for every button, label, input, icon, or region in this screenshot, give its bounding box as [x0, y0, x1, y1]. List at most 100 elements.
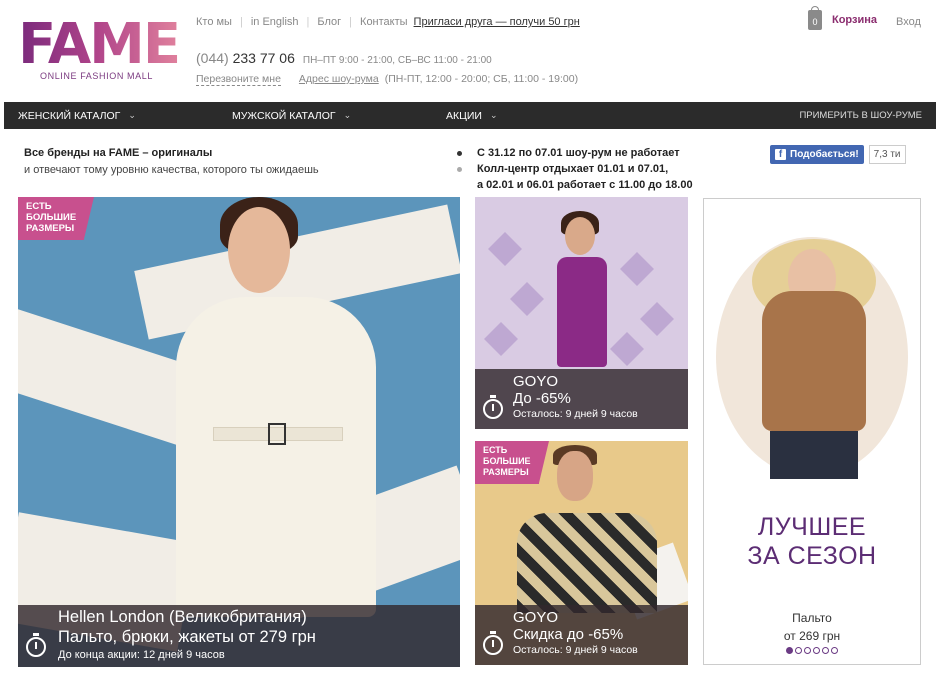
paper-flower-shape	[620, 252, 654, 286]
paper-flower-shape	[610, 332, 644, 366]
nav-link-contacts[interactable]: Контакты	[360, 16, 408, 28]
phone-code: (044)	[196, 50, 229, 66]
carousel-dot[interactable]	[831, 647, 838, 654]
stopwatch-icon	[26, 633, 46, 657]
menu-label: МУЖСКОЙ КАТАЛОГ	[232, 109, 336, 122]
paper-flower-shape	[640, 302, 674, 336]
best-of-season-promo[interactable]: ЛУЧШЕЕ ЗА СЕЗОН Пальто от 269 грн	[703, 198, 921, 665]
facebook-like-count: 7,3 ти	[868, 145, 906, 164]
banner-caption: Hellen London (Великобритания) Пальто, б…	[18, 605, 460, 667]
tag-line: БОЛЬШИЕ	[26, 212, 77, 223]
nav-divider: |	[306, 16, 310, 28]
banner-offer: Скидка до -65%	[513, 626, 624, 643]
tag-line: РАЗМЕРЫ	[26, 223, 75, 234]
login-link[interactable]: Вход	[896, 16, 921, 28]
tag-line: РАЗМЕРЫ	[483, 467, 529, 477]
chevron-down-icon: ⌄	[343, 110, 352, 120]
banner-hellen-london[interactable]: ЕСТЬ БОЛЬШИЕ РАЗМЕРЫ Hellen London (Вели…	[18, 197, 460, 667]
model-sweater	[517, 513, 657, 613]
nav-divider: |	[349, 16, 353, 28]
banner-goyo-dress[interactable]: GOYO До -65% Осталось: 9 дней 9 часов	[475, 197, 688, 429]
banner-caption: GOYO Скидка до -65% Осталось: 9 дней 9 ч…	[475, 605, 688, 665]
banner-brand: Hellen London (Великобритания)	[58, 608, 307, 626]
showroom-hours: (ПН-ПТ, 12:00 - 20:00; СБ, 11:00 - 19:00…	[384, 73, 579, 85]
paper-flower-shape	[510, 282, 544, 316]
promo-item-price: от 269 грн	[783, 629, 841, 643]
phone-row: (044) 233 77 06 ПН–ПТ 9:00 - 21:00, СБ–В…	[196, 50, 492, 66]
carousel-dot[interactable]	[786, 647, 793, 654]
promo-item-name: Пальто	[792, 611, 832, 625]
belt-buckle	[268, 423, 286, 445]
model-jeans	[770, 431, 858, 479]
menu-try-in-showroom[interactable]: ПРИМЕРИТЬ В ШОУ-РУМЕ	[799, 110, 922, 121]
banner-caption: GOYO До -65% Осталось: 9 дней 9 часов	[475, 369, 688, 429]
tag-line: БОЛЬШИЕ	[483, 456, 531, 466]
holiday-notice: С 31.12 по 07.01 шоу-рум не работает Кол…	[454, 145, 693, 193]
model-dress	[557, 257, 607, 367]
promo-title-line: ЛУЧШЕЕ	[757, 513, 867, 541]
plus-size-tag: ЕСТЬ БОЛЬШИЕ РАЗМЕРЫ	[18, 197, 95, 240]
facebook-like-widget: f Подобається! 7,3 ти	[770, 145, 906, 164]
carousel-dot[interactable]	[795, 647, 802, 654]
chevron-down-icon: ⌄	[128, 110, 136, 120]
model-jacket	[762, 291, 866, 431]
notice-item: С 31.12 по 07.01 шоу-рум не работает	[454, 145, 693, 161]
banner-offer: До -65%	[513, 390, 571, 407]
cart-button[interactable]: 0 Корзина	[808, 6, 877, 30]
menu-women-catalog[interactable]: ЖЕНСКИЙ КАТАЛОГ ⌄	[18, 110, 136, 122]
carousel-dot[interactable]	[822, 647, 829, 654]
menu-sales[interactable]: АКЦИИ ⌄	[446, 110, 498, 122]
banner-timer: Осталось: 9 дней 9 часов	[513, 408, 638, 420]
callback-link[interactable]: Перезвоните мне	[196, 73, 281, 86]
model-face	[565, 217, 595, 255]
site-logo[interactable]: FAME ONLINE FASHION MALL	[18, 17, 193, 86]
menu-men-catalog[interactable]: МУЖСКОЙ КАТАЛОГ ⌄	[232, 110, 351, 122]
banner-brand: GOYO	[513, 609, 559, 626]
facebook-like-label: Подобається!	[790, 149, 859, 160]
showroom-address-link[interactable]: Адрес шоу-рума	[299, 73, 379, 85]
banner-timer: До конца акции: 12 дней 9 часов	[58, 649, 225, 661]
cart-label[interactable]: Корзина	[832, 14, 877, 26]
banner-timer: Осталось: 9 дней 9 часов	[513, 644, 638, 656]
facebook-like-button[interactable]: f Подобається!	[770, 145, 864, 164]
notice-text: а 02.01 и 06.01 работает с 11.00 до 18.0…	[477, 179, 693, 191]
nav-link-english[interactable]: in English	[251, 16, 299, 28]
main-menu: ЖЕНСКИЙ КАТАЛОГ ⌄ МУЖСКОЙ КАТАЛОГ ⌄ АКЦИ…	[4, 102, 936, 129]
notice-item-continued: а 02.01 и 06.01 работает с 11.00 до 18.0…	[454, 177, 693, 193]
nav-divider: |	[239, 16, 243, 28]
phone-number: (044) 233 77 06	[196, 50, 295, 66]
top-navigation: Кто мы | in English | Блог | Контакты Пр…	[196, 16, 580, 28]
tag-line: ЕСТЬ	[26, 201, 52, 212]
paper-flower-shape	[488, 232, 522, 266]
plus-size-tag: ЕСТЬ БОЛЬШИЕ РАЗМЕРЫ	[475, 441, 549, 484]
carousel-dot[interactable]	[813, 647, 820, 654]
promo-title: ЛУЧШЕЕ ЗА СЕЗОН	[704, 513, 920, 571]
phone-hours: ПН–ПТ 9:00 - 21:00, СБ–ВС 11:00 - 21:00	[302, 55, 492, 66]
nav-link-blog[interactable]: Блог	[317, 16, 341, 28]
callback-row: Перезвоните мне Адрес шоу-рума (ПН-ПТ, 1…	[196, 73, 578, 86]
brands-statement: Все бренды на FAME – оригиналы и отвечаю…	[24, 147, 319, 176]
notice-item: Колл-центр отдыхает 01.01 и 07.01,	[454, 161, 693, 177]
logo-wordmark: FAME	[18, 17, 193, 73]
menu-label: ЖЕНСКИЙ КАТАЛОГ	[18, 109, 121, 122]
nav-link-about[interactable]: Кто мы	[196, 16, 232, 28]
paper-flower-shape	[484, 322, 518, 356]
chevron-down-icon: ⌄	[489, 110, 498, 120]
menu-label: АКЦИИ	[446, 109, 482, 122]
promo-title-line: ЗА СЕЗОН	[747, 542, 877, 570]
brands-headline: Все бренды на FAME – оригиналы	[24, 147, 213, 159]
banner-brand: GOYO	[513, 373, 559, 390]
phone-digits: 233 77 06	[232, 50, 295, 66]
invite-friend-link[interactable]: Пригласи друга — получи 50 грн	[414, 16, 580, 28]
model-face	[557, 451, 593, 501]
carousel-dot[interactable]	[804, 647, 811, 654]
model-face	[228, 207, 290, 293]
tag-line: ЕСТЬ	[483, 445, 508, 455]
banner-goyo-men[interactable]: ЕСТЬ БОЛЬШИЕ РАЗМЕРЫ GOYO Скидка до -65%…	[475, 441, 688, 665]
banner-offer: Пальто, брюки, жакеты от 279 грн	[58, 628, 316, 646]
facebook-icon: f	[775, 149, 786, 160]
shopping-bag-icon: 0	[808, 6, 822, 30]
stopwatch-icon	[483, 631, 503, 655]
carousel-pagination	[704, 647, 920, 654]
stopwatch-icon	[483, 395, 503, 419]
